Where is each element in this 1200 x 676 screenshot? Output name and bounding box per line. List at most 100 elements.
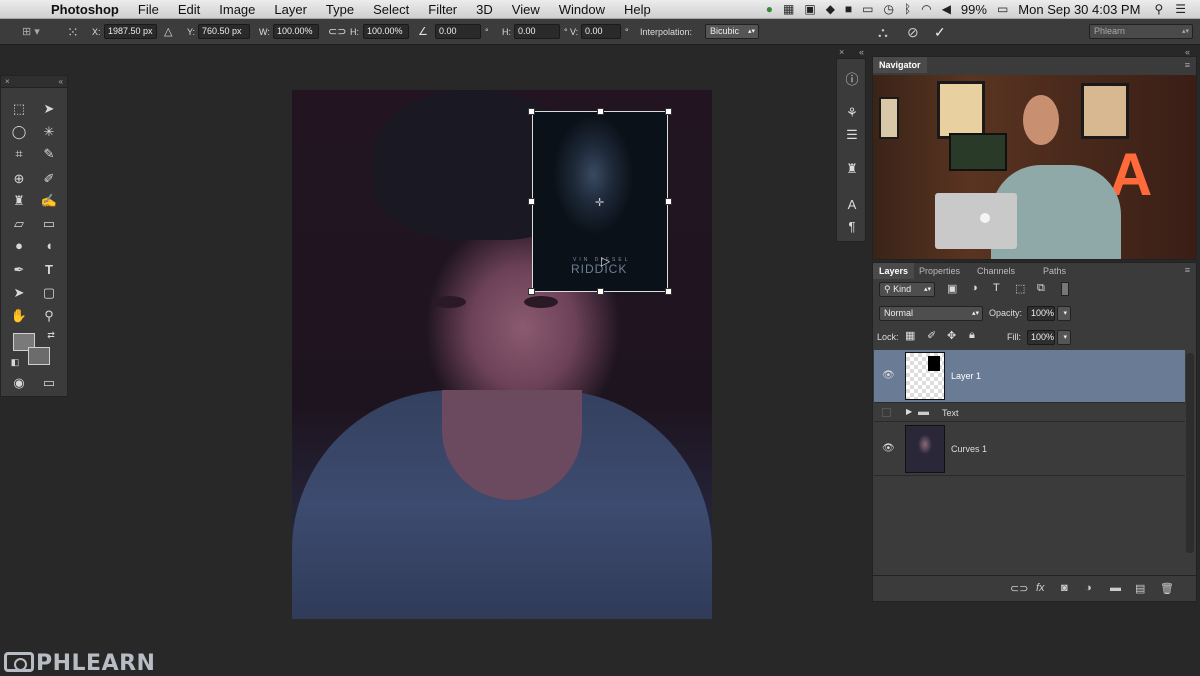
- marquee-tool-icon[interactable]: ⬚: [9, 100, 29, 118]
- panel-menu-icon[interactable]: ≡: [1185, 265, 1190, 275]
- adjustments-icon[interactable]: ⚘: [837, 105, 867, 121]
- link-icon[interactable]: ⊂⊃: [328, 19, 346, 45]
- visibility-box[interactable]: [882, 408, 891, 417]
- delta-icon[interactable]: △: [164, 19, 172, 45]
- transform-handle-tl[interactable]: [528, 108, 535, 115]
- tab-channels[interactable]: Channels: [971, 263, 1021, 279]
- battery-icon[interactable]: ▭: [997, 0, 1008, 19]
- chat-icon[interactable]: ▣: [804, 0, 815, 19]
- volume-icon[interactable]: ◀: [942, 0, 951, 19]
- search-icon[interactable]: ⚲: [1154, 0, 1163, 19]
- layer-name[interactable]: Layer 1: [951, 371, 981, 381]
- transform-handle-bm[interactable]: [597, 288, 604, 295]
- vskew-field[interactable]: 0.00: [581, 24, 621, 39]
- filter-kind-select[interactable]: ⚲ Kind ▴▾: [879, 282, 935, 297]
- transform-handle-tm[interactable]: [597, 108, 604, 115]
- screen-mode-icon[interactable]: ▭: [39, 374, 59, 392]
- fill-field[interactable]: 100%: [1027, 330, 1055, 345]
- layer-row[interactable]: 👁︎ Curves 1: [874, 423, 1185, 476]
- clone-stamp-icon[interactable]: ♜: [9, 192, 29, 210]
- fill-slider-button[interactable]: ▾: [1057, 330, 1071, 345]
- opacity-slider-button[interactable]: ▾: [1057, 306, 1071, 321]
- lock-position-icon[interactable]: ✥: [947, 329, 956, 342]
- tab-properties[interactable]: Properties: [913, 263, 966, 279]
- panel-menu-icon[interactable]: ≡: [1185, 60, 1190, 70]
- path-selection-icon[interactable]: ➤: [9, 284, 29, 302]
- character-icon[interactable]: A: [837, 197, 867, 212]
- menu-window[interactable]: Window: [559, 0, 605, 19]
- airplay-icon[interactable]: ▭: [862, 0, 873, 19]
- filter-smart-object-icon[interactable]: ⧉: [1037, 282, 1045, 295]
- adjustment-layer-icon[interactable]: ◑: [1085, 582, 1092, 594]
- opacity-field[interactable]: 100%: [1027, 306, 1055, 321]
- tab-navigator[interactable]: Navigator: [873, 57, 927, 73]
- cancel-transform-icon[interactable]: ⊘: [907, 19, 919, 45]
- transform-handle-mr[interactable]: [665, 198, 672, 205]
- filter-pixel-icon[interactable]: ▣: [947, 282, 957, 295]
- lock-all-icon[interactable]: 🔒︎: [969, 329, 975, 342]
- lock-transparent-icon[interactable]: ▦: [905, 329, 915, 342]
- grid-icon[interactable]: ▦: [783, 0, 794, 19]
- poster-layer-transform[interactable]: VIN DIESEL RIDDICK ▷ ✛: [532, 111, 668, 292]
- eyedropper-icon[interactable]: ✎: [39, 145, 59, 163]
- clone-source-icon[interactable]: ♜: [837, 161, 867, 177]
- angle-field[interactable]: 0.00: [435, 24, 481, 39]
- transform-handle-bl[interactable]: [528, 288, 535, 295]
- evernote-icon[interactable]: ●: [766, 0, 773, 19]
- layer-row[interactable]: 👁︎ Layer 1: [874, 350, 1185, 403]
- shape-tool-icon[interactable]: ▢: [39, 284, 59, 302]
- swap-colors-icon[interactable]: ⇄: [41, 326, 61, 344]
- filter-adjustment-icon[interactable]: ◑: [971, 282, 978, 294]
- x-field[interactable]: 1987.50 px: [104, 24, 157, 39]
- blur-tool-icon[interactable]: ●: [9, 237, 29, 255]
- move-tool-icon[interactable]: ➤: [39, 100, 59, 118]
- menu-select[interactable]: Select: [373, 0, 409, 19]
- new-group-icon[interactable]: ▬: [1110, 582, 1121, 594]
- zoom-tool-icon[interactable]: ⚲: [39, 307, 59, 325]
- menu-file[interactable]: File: [138, 0, 159, 19]
- type-tool-icon[interactable]: T: [39, 261, 59, 279]
- w-field[interactable]: 100.00%: [273, 24, 319, 39]
- quick-mask-icon[interactable]: ◉: [9, 374, 29, 392]
- dropbox-icon[interactable]: ◆: [826, 0, 835, 19]
- reference-point-icon[interactable]: ⁙: [67, 19, 79, 45]
- layer-group-row[interactable]: ▶ ▬ Text: [874, 404, 1185, 422]
- blend-mode-select[interactable]: Normal ▴▾: [879, 306, 983, 321]
- layers-scrollbar[interactable]: [1186, 353, 1194, 553]
- menu-edit[interactable]: Edit: [178, 0, 200, 19]
- transform-handle-br[interactable]: [665, 288, 672, 295]
- group-name[interactable]: Text: [942, 408, 959, 418]
- lasso-tool-icon[interactable]: ◯: [9, 123, 29, 141]
- filter-toggle[interactable]: [1061, 282, 1069, 296]
- time-machine-icon[interactable]: ◷: [884, 0, 894, 19]
- close-icon[interactable]: ×: [839, 47, 844, 57]
- workspace-select[interactable]: Phlearn ▴▾: [1089, 24, 1193, 39]
- new-layer-icon[interactable]: ▤: [1135, 582, 1145, 595]
- warp-icon[interactable]: ⛬: [878, 19, 888, 45]
- expand-arrow-icon[interactable]: ▶: [906, 407, 912, 416]
- brush-tool-icon[interactable]: ✐: [39, 170, 59, 188]
- wifi-icon[interactable]: ◠: [921, 0, 931, 19]
- info-icon[interactable]: ⓘ: [837, 69, 867, 88]
- paragraph-icon[interactable]: ¶: [837, 219, 867, 234]
- commit-transform-icon[interactable]: ✓: [934, 19, 946, 45]
- collapse-icon[interactable]: «: [859, 47, 864, 57]
- hskew-field[interactable]: 0.00: [514, 24, 560, 39]
- healing-brush-icon[interactable]: ⊕: [9, 170, 29, 188]
- dodge-tool-icon[interactable]: ◖: [39, 237, 59, 255]
- transform-handle-ml[interactable]: [528, 198, 535, 205]
- clock[interactable]: Mon Sep 30 4:03 PM: [1018, 0, 1140, 19]
- background-color-swatch[interactable]: [28, 347, 50, 365]
- add-mask-icon[interactable]: ◙: [1061, 582, 1068, 594]
- crop-tool-icon[interactable]: ⌗: [9, 145, 29, 163]
- filter-type-icon[interactable]: T: [993, 282, 1000, 294]
- transform-handle-tr[interactable]: [665, 108, 672, 115]
- pen-tool-icon[interactable]: ✒: [9, 261, 29, 279]
- magic-wand-icon[interactable]: ✳: [39, 123, 59, 141]
- fx-icon[interactable]: fx: [1036, 582, 1045, 594]
- menu-view[interactable]: View: [512, 0, 540, 19]
- filter-shape-icon[interactable]: ⬚: [1015, 282, 1025, 295]
- y-field[interactable]: 760.50 px: [198, 24, 250, 39]
- menu-layer[interactable]: Layer: [274, 0, 307, 19]
- tab-paths[interactable]: Paths: [1037, 263, 1072, 279]
